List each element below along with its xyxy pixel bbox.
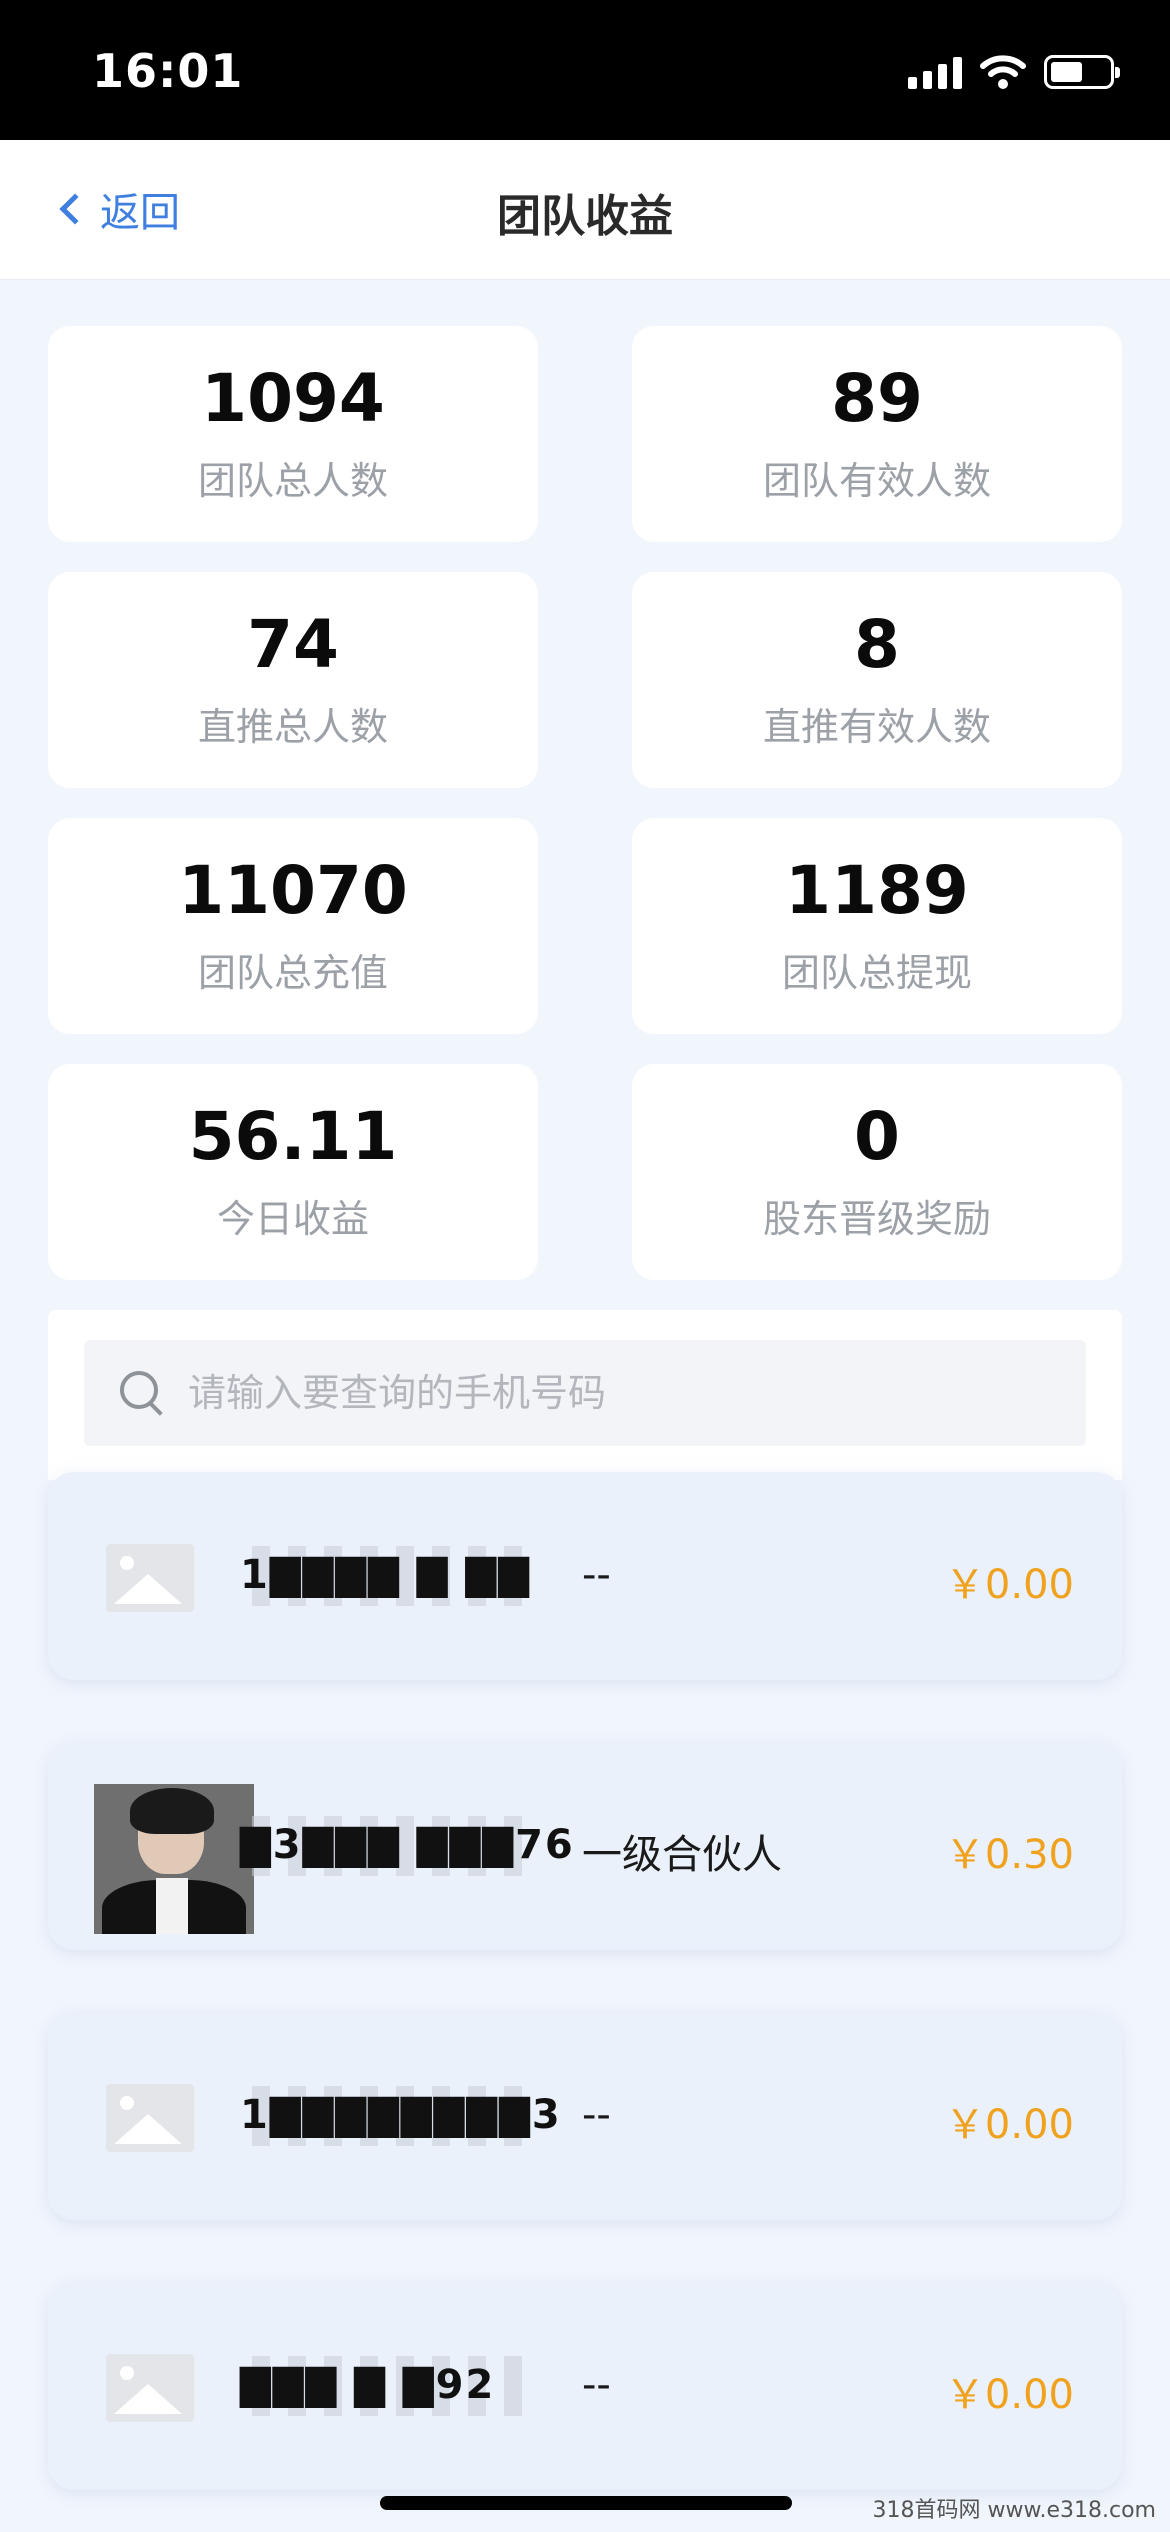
member-amount: ￥0.00 [944,1562,1074,1608]
stats-grid: 1094 团队总人数 89 团队有效人数 74 直推总人数 8 直推有效人数 1… [48,326,1122,1280]
navigation-bar: 返回 团队收益 [0,140,1170,280]
stat-label: 直推有效人数 [762,704,991,749]
stat-label: 直推总人数 [197,704,388,749]
image-placeholder-icon [106,2354,194,2422]
member-phone: ▇▇▇ ▇ ▇92 [240,2362,496,2408]
avatar-placeholder [94,2332,204,2442]
member-row[interactable]: ▇▇▇ ▇ ▇92 -- ￥0.00 [48,2282,1122,2490]
member-row[interactable]: 1▇▇▇▇ ▇ ▇▇ -- ￥0.00 [48,1472,1122,1680]
search-input[interactable] [188,1371,1086,1415]
member-level: -- [582,2092,611,2138]
member-level: -- [582,1552,611,1598]
stat-value: 1189 [785,852,969,930]
search-panel [48,1310,1122,1480]
avatar-photo [94,1784,254,1934]
member-row[interactable]: 1▇▇▇▇▇▇▇▇3 -- ￥0.00 [48,2012,1122,2220]
stat-value: 11070 [178,852,408,930]
stat-label: 团队总人数 [197,458,388,503]
search-box[interactable] [84,1340,1086,1446]
stat-value: 1094 [201,360,385,438]
stat-value: 89 [831,360,923,438]
member-phone: 1▇▇▇▇ ▇ ▇▇ [240,1552,532,1598]
avatar-placeholder [94,1522,204,1632]
stat-card-team-withdraw: 1189 团队总提现 [632,818,1122,1034]
battery-icon [1044,55,1120,89]
team-earnings-screen: 16:01 返回 团队收益 1094 团队总人数 89 团队有效人数 74 直推… [0,0,1170,2532]
status-time: 16:01 [92,44,244,98]
page-title: 团队收益 [497,191,673,242]
image-placeholder-icon [106,1544,194,1612]
stat-value: 0 [854,1098,900,1176]
stat-label: 今日收益 [216,1196,369,1241]
stat-card-direct-total: 74 直推总人数 [48,572,538,788]
status-bar: 16:01 [0,0,1170,140]
search-icon [120,1371,164,1415]
member-level: 一级合伙人 [582,1832,782,1878]
stat-card-team-valid: 89 团队有效人数 [632,326,1122,542]
stat-label: 团队总充值 [197,950,388,995]
stat-label: 团队有效人数 [762,458,991,503]
wifi-icon [980,55,1026,89]
watermark: 318首码网 www.e318.com [872,2498,1156,2523]
avatar-placeholder [94,2062,204,2172]
member-level: -- [582,2362,611,2408]
member-phone: 1▇▇▇▇▇▇▇▇3 [240,2092,562,2138]
member-amount: ￥0.00 [944,2102,1074,2148]
member-amount: ￥0.30 [944,1832,1074,1878]
stat-card-team-recharge: 11070 团队总充值 [48,818,538,1034]
member-row[interactable]: ▇3▇▇▇ ▇▇▇76 一级合伙人 ￥0.30 [48,1742,1122,1950]
stat-card-direct-valid: 8 直推有效人数 [632,572,1122,788]
stat-card-today-earnings: 56.11 今日收益 [48,1064,538,1280]
stat-value: 8 [854,606,900,684]
image-placeholder-icon [106,2084,194,2152]
stat-label: 团队总提现 [781,950,972,995]
stat-label: 股东晋级奖励 [762,1196,991,1241]
status-icons [908,54,1120,90]
home-indicator [380,2496,792,2510]
stat-value: 56.11 [188,1098,398,1176]
stat-value: 74 [247,606,339,684]
stat-card-shareholder-bonus: 0 股东晋级奖励 [632,1064,1122,1280]
member-amount: ￥0.00 [944,2372,1074,2418]
stat-card-team-total: 1094 团队总人数 [48,326,538,542]
member-phone: ▇3▇▇▇ ▇▇▇76 [240,1822,575,1868]
cellular-signal-icon [908,55,962,89]
